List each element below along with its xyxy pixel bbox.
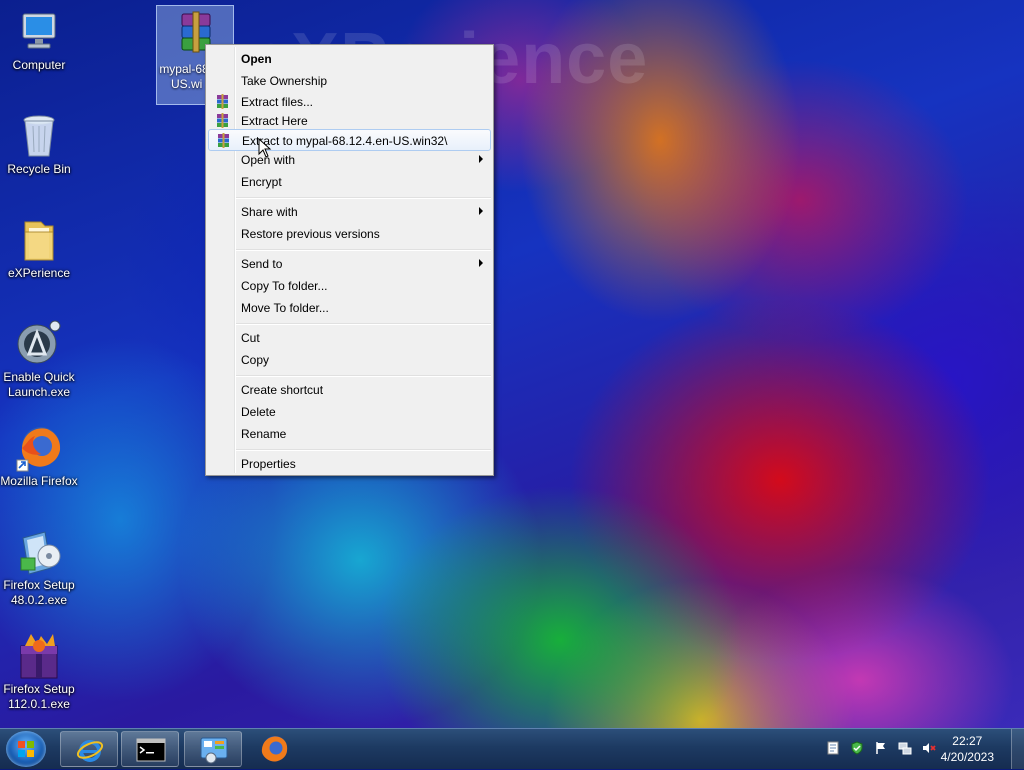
volume-muted-icon[interactable] <box>922 741 936 755</box>
desktop-icon-label: Recycle Bin <box>7 162 71 176</box>
installer-icon <box>15 528 63 576</box>
notepad-icon[interactable] <box>826 741 840 755</box>
desktop-icon-label: eXPerience <box>7 266 71 280</box>
menu-item-properties[interactable]: Properties <box>208 453 491 475</box>
context-menu[interactable]: Open Take Ownership Extract files... Ext… <box>205 44 494 476</box>
mouse-cursor-icon <box>258 138 272 158</box>
desktop-icon-firefox-setup-112[interactable]: Firefox Setup 112.0.1.exe <box>0 632 78 712</box>
clock-time: 22:27 <box>952 734 983 748</box>
computer-icon <box>15 8 63 56</box>
show-desktop-button[interactable] <box>1011 729 1024 769</box>
menu-item-send-to[interactable]: Send to <box>208 253 491 275</box>
taskbar: 22:27 4/20/2023 <box>0 728 1024 769</box>
desktop-icon-firefox-setup-48[interactable]: Firefox Setup 48.0.2.exe <box>0 528 78 608</box>
menu-item-share-with[interactable]: Share with <box>208 201 491 223</box>
system-tray: 22:27 4/20/2023 <box>804 729 1024 769</box>
menu-separator <box>236 449 491 451</box>
desktop-icon-computer[interactable]: Computer <box>0 8 78 73</box>
security-shield-icon[interactable] <box>850 741 864 755</box>
menu-item-create-shortcut[interactable]: Create shortcut <box>208 379 491 401</box>
action-center-flag-icon[interactable] <box>874 741 888 755</box>
desktop-icon-label: Firefox Setup 112.0.1.exe <box>3 682 75 711</box>
menu-separator <box>236 375 491 377</box>
menu-item-extract-to-folder[interactable]: Extract to mypal-68.12.4.en-US.win32\ <box>208 129 491 151</box>
installer-icon <box>15 632 63 680</box>
folder-icon <box>15 216 63 264</box>
desktop[interactable]: eXPerience Computer Recycle Bin <box>0 0 1024 728</box>
control-panel-icon <box>200 737 228 764</box>
desktop-icon-label: Mozilla Firefox <box>0 474 78 488</box>
menu-item-delete[interactable]: Delete <box>208 401 491 423</box>
submenu-arrow-icon <box>479 259 483 267</box>
taskbar-button-control-panel[interactable] <box>184 731 242 767</box>
desktop-icon-experience-folder[interactable]: eXPerience <box>0 216 78 281</box>
menu-item-copy-to-folder[interactable]: Copy To folder... <box>208 275 491 297</box>
clock-date: 4/20/2023 <box>940 750 994 764</box>
command-prompt-icon <box>136 738 166 762</box>
firefox-icon <box>15 424 63 472</box>
desktop-icon-label: Computer <box>12 58 66 72</box>
menu-item-open[interactable]: Open <box>208 48 491 70</box>
desktop-icon-recycle-bin[interactable]: Recycle Bin <box>0 112 78 177</box>
winrar-icon <box>215 113 230 128</box>
menu-separator <box>236 197 491 199</box>
winrar-icon <box>216 133 231 148</box>
desktop-icon-mozilla-firefox[interactable]: Mozilla Firefox <box>0 424 78 489</box>
taskbar-button-internet-explorer[interactable] <box>60 731 118 767</box>
firefox-icon <box>261 736 288 762</box>
desktop-icon-enable-quick-launch[interactable]: Enable Quick Launch.exe <box>0 320 78 400</box>
quick-launch-icon <box>15 320 63 368</box>
menu-separator <box>236 249 491 251</box>
winrar-icon <box>215 94 230 109</box>
menu-item-encrypt[interactable]: Encrypt <box>208 171 491 193</box>
menu-item-restore-previous-versions[interactable]: Restore previous versions <box>208 223 491 245</box>
network-icon[interactable] <box>898 741 912 755</box>
menu-item-open-with[interactable]: Open with <box>208 149 491 171</box>
taskbar-button-firefox[interactable] <box>258 733 290 765</box>
menu-item-take-ownership[interactable]: Take Ownership <box>208 70 491 92</box>
start-button[interactable] <box>6 731 46 767</box>
menu-item-rename[interactable]: Rename <box>208 423 491 445</box>
internet-explorer-icon <box>76 740 104 762</box>
menu-item-move-to-folder[interactable]: Move To folder... <box>208 297 491 319</box>
desktop-icon-label: Enable Quick Launch.exe <box>3 370 75 399</box>
submenu-arrow-icon <box>479 207 483 215</box>
submenu-arrow-icon <box>479 155 483 163</box>
desktop-icon-label: Firefox Setup 48.0.2.exe <box>3 578 75 607</box>
menu-item-copy[interactable]: Copy <box>208 349 491 371</box>
recycle-bin-icon <box>15 112 63 160</box>
menu-separator <box>236 323 491 325</box>
menu-item-cut[interactable]: Cut <box>208 327 491 349</box>
system-clock[interactable]: 22:27 4/20/2023 <box>941 733 994 765</box>
taskbar-button-command-prompt[interactable] <box>121 731 179 767</box>
